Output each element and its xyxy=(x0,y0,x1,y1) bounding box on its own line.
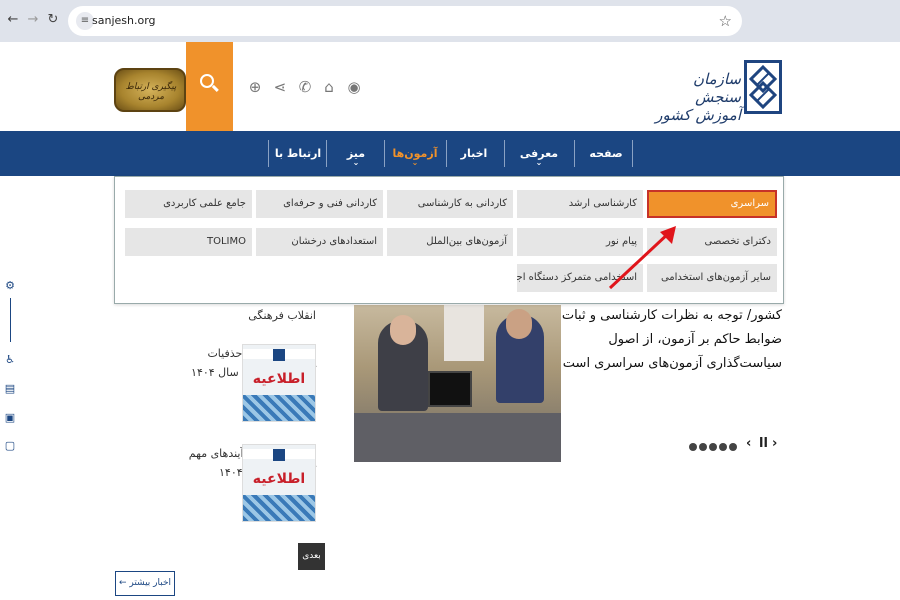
photo-face xyxy=(506,309,532,339)
slider-dot[interactable] xyxy=(689,443,697,451)
slider-dot[interactable] xyxy=(729,443,737,451)
chevron-down-icon: ⌄ xyxy=(352,158,360,167)
nav-divider xyxy=(446,140,447,167)
nav-item-exams[interactable]: آزمون‌ها ⌄ xyxy=(385,131,445,176)
menu-item-applied-science[interactable]: جامع علمی کاربردی xyxy=(125,190,252,218)
news-headline-line[interactable]: سیاست‌گذاری آزمون‌های سراسری است xyxy=(563,356,782,371)
thumb-pattern xyxy=(243,395,315,421)
chevron-down-icon: ⌄ xyxy=(535,158,543,167)
notice-thumbnail[interactable]: اطلاعیه xyxy=(242,444,316,522)
nav-item-service-desk[interactable]: میز خدمت ⌄ xyxy=(330,131,382,205)
slider-dot[interactable] xyxy=(709,443,717,451)
menu-item-talented[interactable]: استعدادهای درخشان xyxy=(256,228,383,256)
news-headline-line[interactable]: کشور/ توجه به نظرات کارشناسی و ثبات xyxy=(562,308,782,323)
chat-icon[interactable]: ▢ xyxy=(4,440,16,452)
side-divider xyxy=(10,298,11,342)
slider-next-icon[interactable]: › xyxy=(772,436,777,451)
menu-item-masters[interactable]: کارشناسی ارشد xyxy=(517,190,643,218)
forward-icon[interactable]: → xyxy=(24,11,42,29)
news-headline-line[interactable]: ضوابط حاکم بر آزمون، از اصول xyxy=(608,332,782,347)
search-button[interactable] xyxy=(186,42,233,131)
nav-item-home[interactable]: صفحه اصلی xyxy=(580,131,632,205)
news-photo[interactable] xyxy=(354,305,561,462)
nav-divider xyxy=(268,140,269,167)
share-icon[interactable]: ⋖ xyxy=(271,78,289,96)
slider-prev-icon[interactable]: ‹ xyxy=(746,436,751,451)
photo-backdrop xyxy=(444,305,484,361)
phone-icon[interactable]: ✆ xyxy=(296,78,314,96)
notice-thumbnail[interactable]: اطلاعیه xyxy=(242,344,316,422)
lock-icon[interactable]: ▣ xyxy=(4,412,16,424)
slider-dot[interactable] xyxy=(719,443,727,451)
thumb-word: اطلاعیه xyxy=(252,371,306,387)
nav-divider xyxy=(574,140,575,167)
nav-divider xyxy=(504,140,505,167)
site-header: سازمان سنجش آموزش کشور ◉ ⌂ ✆ ⋖ ⊕ پیگیری … xyxy=(0,42,900,131)
url-text[interactable]: sanjesh.org xyxy=(92,14,156,27)
menu-item-international[interactable]: آزمون‌های بین‌الملل xyxy=(387,228,513,256)
menu-item-sarasari[interactable]: سراسری xyxy=(647,190,777,218)
star-icon[interactable]: ☆ xyxy=(719,12,732,30)
more-news-button[interactable]: اخبار بیشتر ← xyxy=(115,571,175,596)
photo-desk xyxy=(354,413,561,462)
chevron-down-icon: ⌄ xyxy=(411,158,419,167)
menu-item-associate-to-bachelor[interactable]: کاردانی به کارشناسی xyxy=(387,190,513,218)
annotation-arrow xyxy=(608,226,676,290)
public-relations-badge[interactable]: پیگیری ارتباط مردمی xyxy=(114,68,186,112)
document-icon[interactable]: ▤ xyxy=(4,383,16,395)
logo-text[interactable]: سازمان سنجش آموزش کشور xyxy=(655,70,741,124)
nav-item-news[interactable]: اخبار xyxy=(448,131,500,176)
address-bar[interactable]: ≡ sanjesh.org ☆ xyxy=(68,6,742,36)
slider-dot[interactable] xyxy=(699,443,707,451)
slider-pause-icon[interactable]: ll xyxy=(759,436,768,451)
thumb-emblem-icon xyxy=(273,349,285,361)
browser-toolbar: ← → ↻ ≡ sanjesh.org ☆ xyxy=(0,0,900,42)
slider-dots[interactable] xyxy=(688,436,738,452)
next-button[interactable]: بعدی xyxy=(298,543,325,570)
photo-face xyxy=(390,315,416,345)
settings-icon[interactable]: ⚙ xyxy=(4,280,16,292)
logo-icon[interactable] xyxy=(744,60,782,114)
rss-icon[interactable]: ◉ xyxy=(345,78,363,96)
reload-icon[interactable]: ↻ xyxy=(44,11,62,29)
nav-item-contact[interactable]: ارتباط با ما xyxy=(272,131,324,205)
home-icon[interactable]: ⌂ xyxy=(320,78,338,96)
search-icon xyxy=(200,74,214,88)
nav-divider xyxy=(632,140,633,167)
accessibility-icon[interactable]: ♿ xyxy=(4,354,16,366)
badge-text: پیگیری ارتباط مردمی xyxy=(125,82,177,102)
thumb-pattern xyxy=(243,495,315,521)
menu-item-technical-vocational[interactable]: کاردانی فنی و حرفه‌ای xyxy=(256,190,383,218)
main-navigation: صفحه اصلی معرفی سازمان ⌄ اخبار آزمون‌ها … xyxy=(0,131,900,205)
menu-item-tolimo[interactable]: TOLIMO xyxy=(125,228,252,256)
nav-divider xyxy=(384,140,385,167)
back-icon[interactable]: ← xyxy=(4,11,22,29)
nav-item-about[interactable]: معرفی سازمان ⌄ xyxy=(506,131,572,205)
thumb-word: اطلاعیه xyxy=(252,471,306,487)
globe-icon[interactable]: ⊕ xyxy=(246,78,264,96)
thumb-emblem-icon xyxy=(273,449,285,461)
photo-monitor xyxy=(428,371,472,407)
nav-divider xyxy=(326,140,327,167)
nav-item-label: اخبار xyxy=(460,147,488,160)
side-news-heading[interactable]: انقلاب فرهنگی xyxy=(248,306,316,325)
